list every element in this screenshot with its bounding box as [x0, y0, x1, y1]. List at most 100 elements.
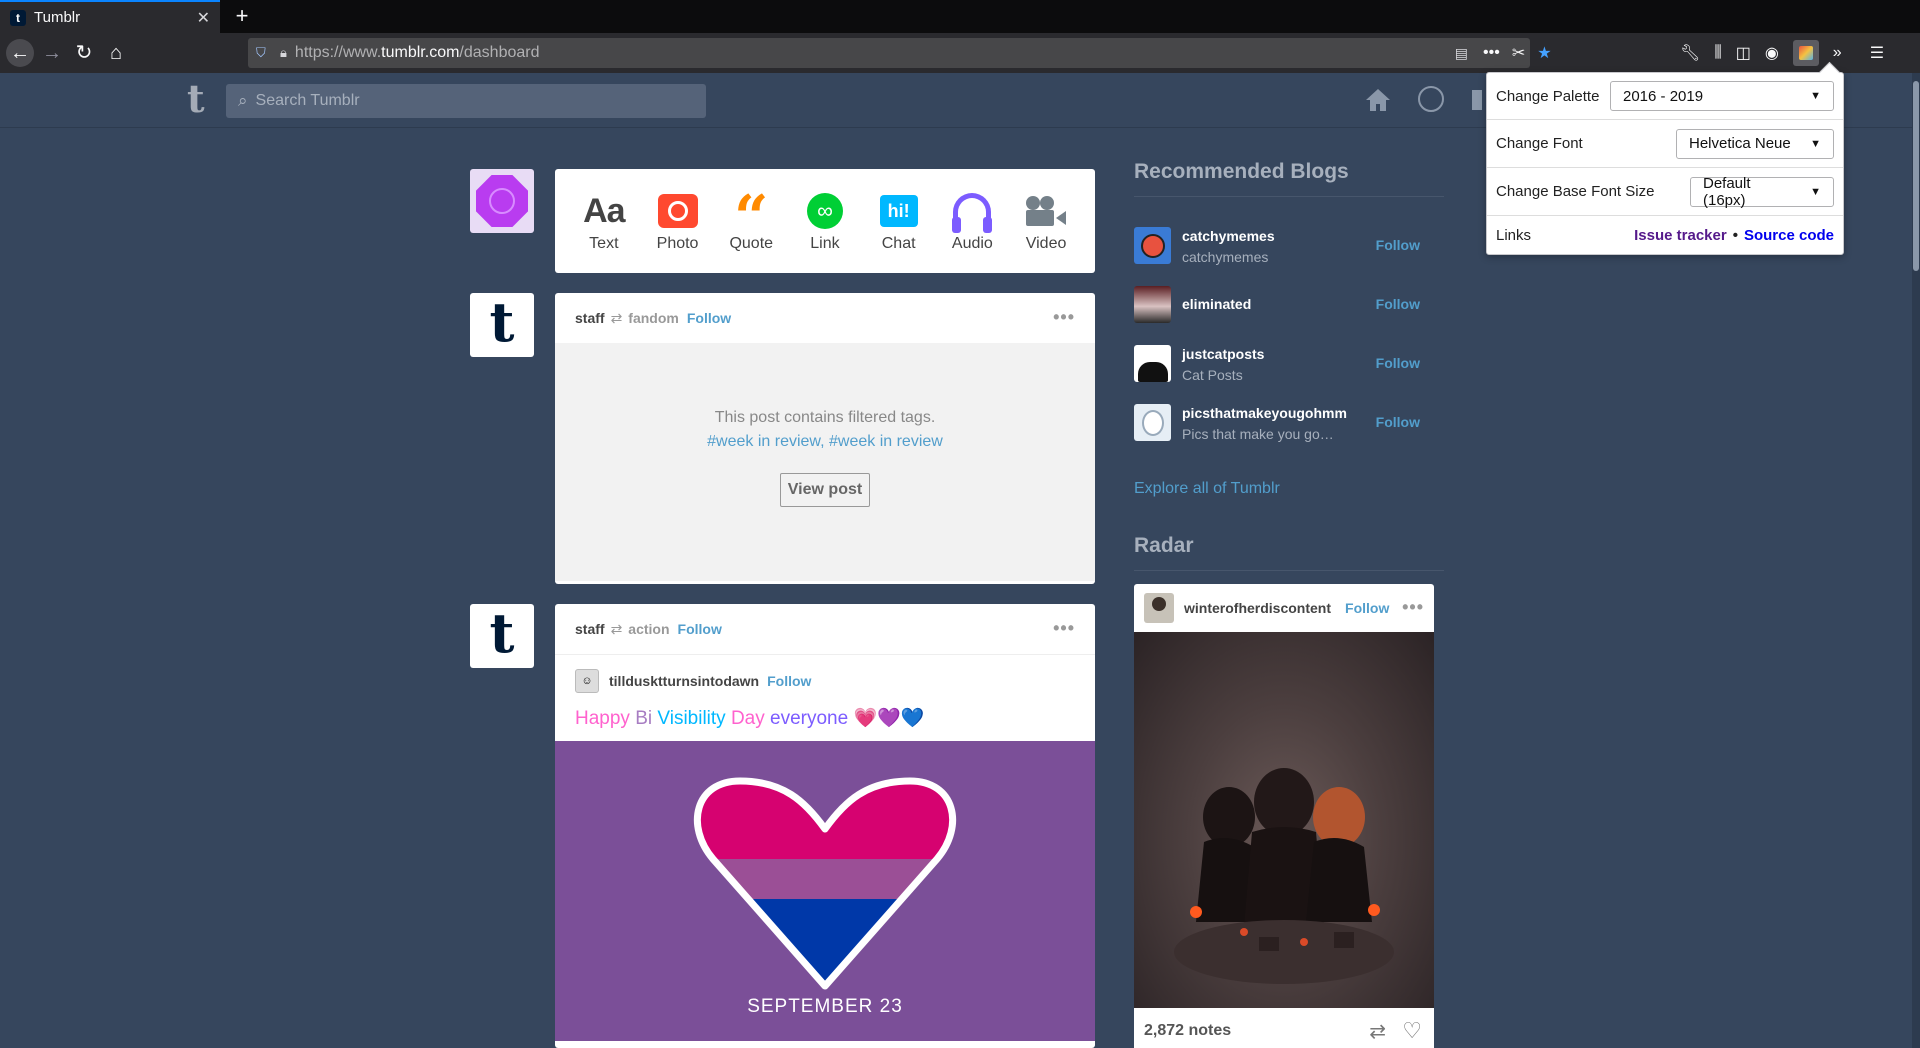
follow-button[interactable]: Follow	[1376, 355, 1420, 371]
notes-count[interactable]: 2,872 notes	[1144, 1022, 1231, 1040]
filtered-message: This post contains filtered tags.	[714, 409, 936, 426]
radar-follow-link[interactable]: Follow	[1345, 600, 1389, 616]
bookmark-star-icon[interactable]: ★	[1537, 43, 1551, 63]
reblog-source[interactable]: action	[628, 621, 669, 637]
browser-tab[interactable]: t Tumblr ✕	[0, 0, 220, 33]
new-tab-icon[interactable]: +	[230, 4, 254, 28]
scrollbar-thumb[interactable]	[1913, 81, 1919, 271]
radar-photo[interactable]	[1134, 632, 1434, 1008]
reader-view-icon[interactable]: ▤	[1455, 45, 1468, 62]
home-icon[interactable]: ⌂	[102, 39, 130, 67]
url-text: https://www.tumblr.com/dashboard	[294, 44, 540, 61]
blog-avatar[interactable]	[1134, 345, 1171, 382]
chevron-down-icon: ▼	[1810, 185, 1821, 198]
reblog-source[interactable]: fandom	[628, 310, 679, 326]
palette-label: Change Palette	[1496, 87, 1600, 105]
overflow-chevron-icon[interactable]: »	[1833, 44, 1842, 62]
bi-visibility-image[interactable]: SEPTEMBER 23	[555, 741, 1095, 1041]
compose-audio-button[interactable]: Audio	[937, 189, 1007, 253]
tumblr-logo[interactable]: t	[187, 79, 205, 119]
sidebar-toggle-icon[interactable]: ◫	[1736, 43, 1751, 63]
palette-extension-popup: Change Palette 2016 - 2019 ▼ Change Font …	[1486, 72, 1844, 255]
search-input[interactable]	[255, 92, 676, 110]
link-separator: •	[1732, 226, 1738, 244]
post-menu-icon[interactable]: •••	[1053, 307, 1075, 328]
blog-avatar[interactable]	[1134, 286, 1171, 323]
lock-icon[interactable]: 🔒︎	[280, 45, 287, 61]
search-box[interactable]: ⌕	[226, 84, 706, 118]
post-menu-icon[interactable]: •••	[1053, 618, 1075, 639]
account-icon[interactable]: ◉	[1765, 43, 1779, 63]
recommended-blog[interactable]: picsthatmakeyougohmm Pics that make you …	[1134, 404, 1444, 452]
trail-blog-name[interactable]: tilldusktturnsintodawn	[609, 673, 759, 689]
page-scrollbar[interactable]	[1912, 73, 1920, 1048]
recommended-blog[interactable]: catchymemes catchymemes Follow	[1134, 227, 1444, 275]
blog-avatar[interactable]	[1134, 404, 1171, 441]
tumblr-favicon-icon: t	[10, 9, 26, 26]
staff-avatar[interactable]: t	[470, 293, 534, 357]
compose-text-button[interactable]: Aa Text	[569, 189, 639, 253]
radar-avatar[interactable]	[1144, 593, 1174, 623]
more-actions-icon[interactable]: •••	[1483, 44, 1500, 62]
inbox-icon[interactable]	[1472, 90, 1482, 110]
font-label: Change Font	[1496, 135, 1583, 152]
recommended-blog[interactable]: eliminated Follow	[1134, 286, 1444, 334]
staff-avatar[interactable]: t	[470, 604, 534, 668]
font-select[interactable]: Helvetica Neue ▼	[1676, 128, 1834, 159]
issue-tracker-link[interactable]: Issue tracker	[1634, 227, 1727, 244]
wrench-icon[interactable]: 🔧︎	[1680, 43, 1700, 63]
forward-arrow-icon[interactable]: →	[38, 39, 66, 67]
follow-link[interactable]: Follow	[678, 621, 722, 637]
post-card: staff ⇄ action Follow ••• ☺ tillduskttur…	[555, 604, 1095, 1048]
compose-label: Photo	[656, 235, 699, 252]
reblog-icon[interactable]: ⇄	[1369, 1019, 1386, 1044]
follow-link[interactable]: Follow	[767, 673, 811, 689]
blog-title: Cat Posts	[1182, 367, 1243, 383]
font-size-select[interactable]: Default (16px) ▼	[1690, 175, 1834, 209]
palette-select[interactable]: 2016 - 2019 ▼	[1610, 81, 1834, 111]
dashboard-home-icon[interactable]	[1365, 87, 1391, 113]
screenshot-icon[interactable]: ✂	[1512, 43, 1525, 63]
compose-link-button[interactable]: ∞ Link	[790, 189, 860, 253]
explore-compass-icon[interactable]	[1418, 86, 1444, 112]
explore-all-link[interactable]: Explore all of Tumblr	[1134, 480, 1280, 498]
recommended-blog[interactable]: justcatposts Cat Posts Follow	[1134, 345, 1444, 393]
view-post-button[interactable]: View post	[779, 473, 871, 507]
back-arrow-icon[interactable]: ←	[6, 39, 34, 67]
tracking-shield-icon[interactable]: ⛉	[256, 45, 272, 61]
compose-quote-button[interactable]: “ Quote	[716, 188, 786, 253]
compose-photo-button[interactable]: Photo	[643, 189, 713, 253]
library-icon[interactable]: ⫼	[1714, 44, 1721, 62]
source-code-link[interactable]: Source code	[1744, 227, 1834, 244]
blog-name[interactable]: picsthatmakeyougohmm	[1182, 405, 1347, 421]
follow-button[interactable]: Follow	[1376, 414, 1420, 430]
tab-close-icon[interactable]: ✕	[197, 8, 210, 28]
radar-title: Radar	[1134, 534, 1444, 571]
compose-video-button[interactable]: Video	[1011, 189, 1081, 253]
reload-icon[interactable]: ↻	[70, 39, 98, 67]
blog-name[interactable]: justcatposts	[1182, 346, 1264, 362]
font-size-row: Change Base Font Size Default (16px) ▼	[1487, 168, 1843, 216]
blog-name[interactable]: eliminated	[1182, 296, 1251, 312]
post-word: Happy	[575, 708, 630, 729]
radar-blog-name[interactable]: winterofherdiscontent	[1184, 600, 1331, 616]
post-blog-name[interactable]: staff	[575, 621, 605, 637]
compose-label: Quote	[729, 235, 774, 252]
address-bar[interactable]: ⛉ 🔒︎ https://www.tumblr.com/dashboard ▤	[248, 38, 1530, 68]
palette-extension-icon[interactable]	[1792, 40, 1819, 66]
user-avatar[interactable]	[470, 169, 534, 233]
reblog-trail: ☺ tilldusktturnsintodawn Follow Happy Bi…	[555, 654, 1095, 741]
like-heart-icon[interactable]: ♡	[1402, 1018, 1422, 1044]
blog-name[interactable]: catchymemes	[1182, 228, 1275, 244]
post-blog-name[interactable]: staff	[575, 310, 605, 326]
trail-avatar[interactable]: ☺	[575, 669, 599, 693]
follow-button[interactable]: Follow	[1376, 296, 1420, 312]
hamburger-menu-icon[interactable]: ☰	[1870, 43, 1884, 63]
compose-chat-button[interactable]: hi! Chat	[864, 189, 934, 253]
links-row: Links Issue tracker • Source code	[1487, 216, 1843, 254]
radar-menu-icon[interactable]: •••	[1402, 597, 1424, 618]
follow-link[interactable]: Follow	[687, 310, 731, 326]
follow-button[interactable]: Follow	[1376, 237, 1420, 253]
filtered-tags[interactable]: #week in review, #week in review	[707, 433, 943, 451]
blog-avatar[interactable]	[1134, 227, 1171, 264]
